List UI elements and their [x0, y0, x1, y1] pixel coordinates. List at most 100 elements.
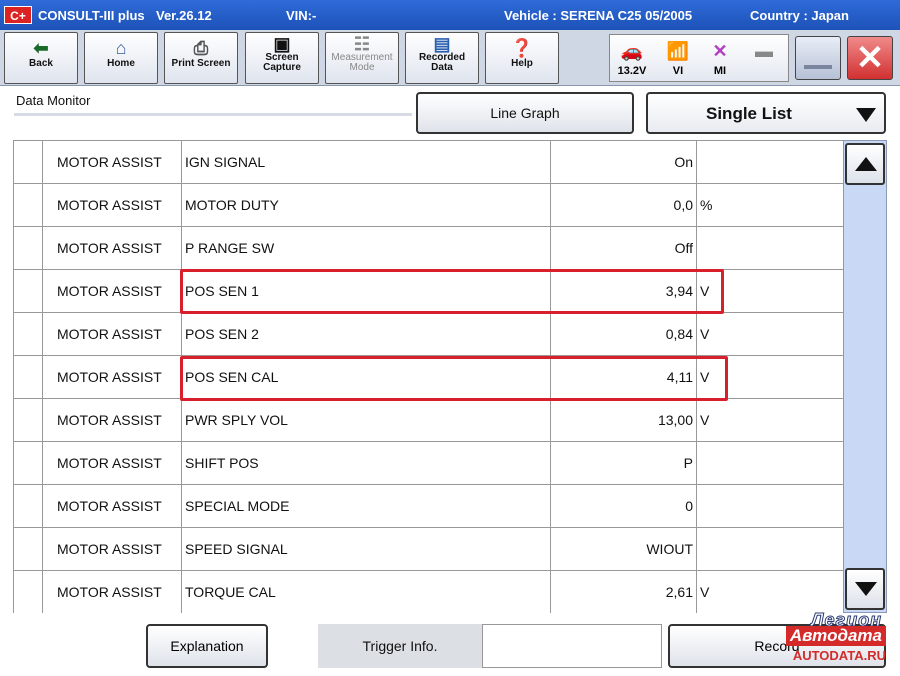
- item-cell: SPEED SIGNAL: [182, 528, 551, 571]
- item-cell: PWR SPLY VOL: [182, 399, 551, 442]
- app-name: CONSULT-III plus: [38, 8, 145, 23]
- mi-status: ✕ MI: [700, 37, 740, 77]
- data-monitor-table: MOTOR ASSIST IGN SIGNAL On MOTOR ASSIST MOTO…: [13, 140, 844, 614]
- row-selector: [14, 442, 43, 485]
- battery-voltage-status: 🚗 13.2V: [612, 37, 652, 77]
- row-selector: [14, 227, 43, 270]
- row-selector: [14, 399, 43, 442]
- item-cell: SPECIAL MODE: [182, 485, 551, 528]
- app-logo: C+: [4, 6, 32, 24]
- unit-cell: [697, 528, 844, 571]
- trigger-info-label: Trigger Info.: [318, 624, 482, 668]
- house-icon: ⌂: [115, 38, 127, 58]
- table-row[interactable]: MOTOR ASSIST SPECIAL MODE 0: [14, 485, 844, 528]
- item-cell: POS SEN CAL: [182, 356, 551, 399]
- view-mode-value: Single List: [706, 104, 792, 123]
- antenna-signal-icon: 📶: [666, 41, 690, 61]
- arrow-left-icon: ⬅: [33, 38, 49, 58]
- item-cell: TORQUE CAL: [182, 571, 551, 614]
- system-cell: MOTOR ASSIST: [43, 528, 182, 571]
- unit-cell: V: [697, 399, 844, 442]
- table-row[interactable]: MOTOR ASSIST SPEED SIGNAL WIOUT: [14, 528, 844, 571]
- status-indicators: 🚗 13.2V 📶 VI ✕ MI ▬: [609, 34, 789, 82]
- system-cell: MOTOR ASSIST: [43, 141, 182, 184]
- unit-cell: V: [697, 270, 844, 313]
- table-row[interactable]: MOTOR ASSIST SHIFT POS P: [14, 442, 844, 485]
- system-cell: MOTOR ASSIST: [43, 571, 182, 614]
- battery-status: ▬: [744, 37, 784, 65]
- view-mode-select[interactable]: Single List: [646, 92, 886, 134]
- minimize-button[interactable]: [795, 36, 841, 80]
- unit-cell: [697, 141, 844, 184]
- value-cell: 0: [551, 485, 697, 528]
- table-row[interactable]: MOTOR ASSIST IGN SIGNAL On: [14, 141, 844, 184]
- value-cell: 0,84: [551, 313, 697, 356]
- row-selector: [14, 356, 43, 399]
- unit-cell: %: [697, 184, 844, 227]
- chevron-down-icon: [856, 108, 876, 122]
- vin-label: VIN:-: [286, 8, 317, 23]
- item-cell: POS SEN 2: [182, 313, 551, 356]
- system-cell: MOTOR ASSIST: [43, 184, 182, 227]
- value-cell: 13,00: [551, 399, 697, 442]
- record-button[interactable]: Record: [668, 624, 886, 668]
- value-cell: 4,11: [551, 356, 697, 399]
- camera-icon: ▣: [273, 34, 291, 54]
- measurement-mode-button[interactable]: ☷ Measurement Mode: [325, 32, 399, 84]
- screen-capture-button[interactable]: ▣ Screen Capture: [245, 32, 319, 84]
- scroll-up-button[interactable]: [845, 143, 885, 185]
- car-battery-icon: 🚗: [620, 41, 644, 61]
- title-bar: C+ CONSULT-III plus Ver.26.12 VIN:- Vehi…: [0, 0, 900, 30]
- vi-status: 📶 VI: [658, 37, 698, 77]
- system-cell: MOTOR ASSIST: [43, 399, 182, 442]
- system-cell: MOTOR ASSIST: [43, 227, 182, 270]
- value-cell: 2,61: [551, 571, 697, 614]
- item-cell: SHIFT POS: [182, 442, 551, 485]
- value-cell: P: [551, 442, 697, 485]
- table-row[interactable]: MOTOR ASSIST MOTOR DUTY 0,0%: [14, 184, 844, 227]
- table-row[interactable]: MOTOR ASSIST POS SEN 1 3,94 V: [14, 270, 844, 313]
- title-divider: [14, 113, 412, 116]
- close-button[interactable]: ✕: [847, 36, 893, 80]
- country-label: Country : Japan: [750, 8, 849, 23]
- unit-cell: V: [697, 356, 844, 399]
- table-row[interactable]: MOTOR ASSIST P RANGE SW Off: [14, 227, 844, 270]
- back-button[interactable]: ⬅ Back: [4, 32, 78, 84]
- scroll-down-button[interactable]: [845, 568, 885, 610]
- system-cell: MOTOR ASSIST: [43, 270, 182, 313]
- row-selector: [14, 270, 43, 313]
- table-scrollbar[interactable]: [843, 140, 887, 613]
- question-icon: ❓: [510, 38, 534, 58]
- unit-cell: V: [697, 571, 844, 614]
- explanation-button[interactable]: Explanation: [146, 624, 268, 668]
- help-button[interactable]: ❓ Help: [485, 32, 559, 84]
- value-cell: 0,0: [551, 184, 697, 227]
- row-selector: [14, 485, 43, 528]
- unit-cell: [697, 227, 844, 270]
- line-graph-button[interactable]: Line Graph: [416, 92, 634, 134]
- print-screen-button[interactable]: ⎙ Print Screen: [164, 32, 238, 84]
- system-cell: MOTOR ASSIST: [43, 485, 182, 528]
- table-row[interactable]: MOTOR ASSIST TORQUE CAL 2,61 V: [14, 571, 844, 614]
- table-row[interactable]: MOTOR ASSIST POS SEN CAL 4,11 V: [14, 356, 844, 399]
- item-cell: MOTOR DUTY: [182, 184, 551, 227]
- clipboard-icon: ☷: [353, 34, 371, 54]
- home-button[interactable]: ⌂ Home: [84, 32, 158, 84]
- cross-icon: ✕: [712, 41, 728, 61]
- table-row[interactable]: MOTOR ASSIST PWR SPLY VOL 13,00 V: [14, 399, 844, 442]
- folders-icon: ▤: [433, 34, 451, 54]
- unit-cell: V: [697, 313, 844, 356]
- system-cell: MOTOR ASSIST: [43, 313, 182, 356]
- system-cell: MOTOR ASSIST: [43, 356, 182, 399]
- table-row[interactable]: MOTOR ASSIST POS SEN 2 0,84 V: [14, 313, 844, 356]
- unit-cell: [697, 485, 844, 528]
- row-selector: [14, 528, 43, 571]
- page-title: Data Monitor: [16, 93, 91, 108]
- vehicle-label: Vehicle : SERENA C25 05/2005: [504, 8, 693, 23]
- item-cell: P RANGE SW: [182, 227, 551, 270]
- item-cell: IGN SIGNAL: [182, 141, 551, 184]
- recorded-data-button[interactable]: ▤ Recorded Data: [405, 32, 479, 84]
- row-selector: [14, 141, 43, 184]
- close-icon: ✕: [855, 39, 885, 77]
- value-cell: On: [551, 141, 697, 184]
